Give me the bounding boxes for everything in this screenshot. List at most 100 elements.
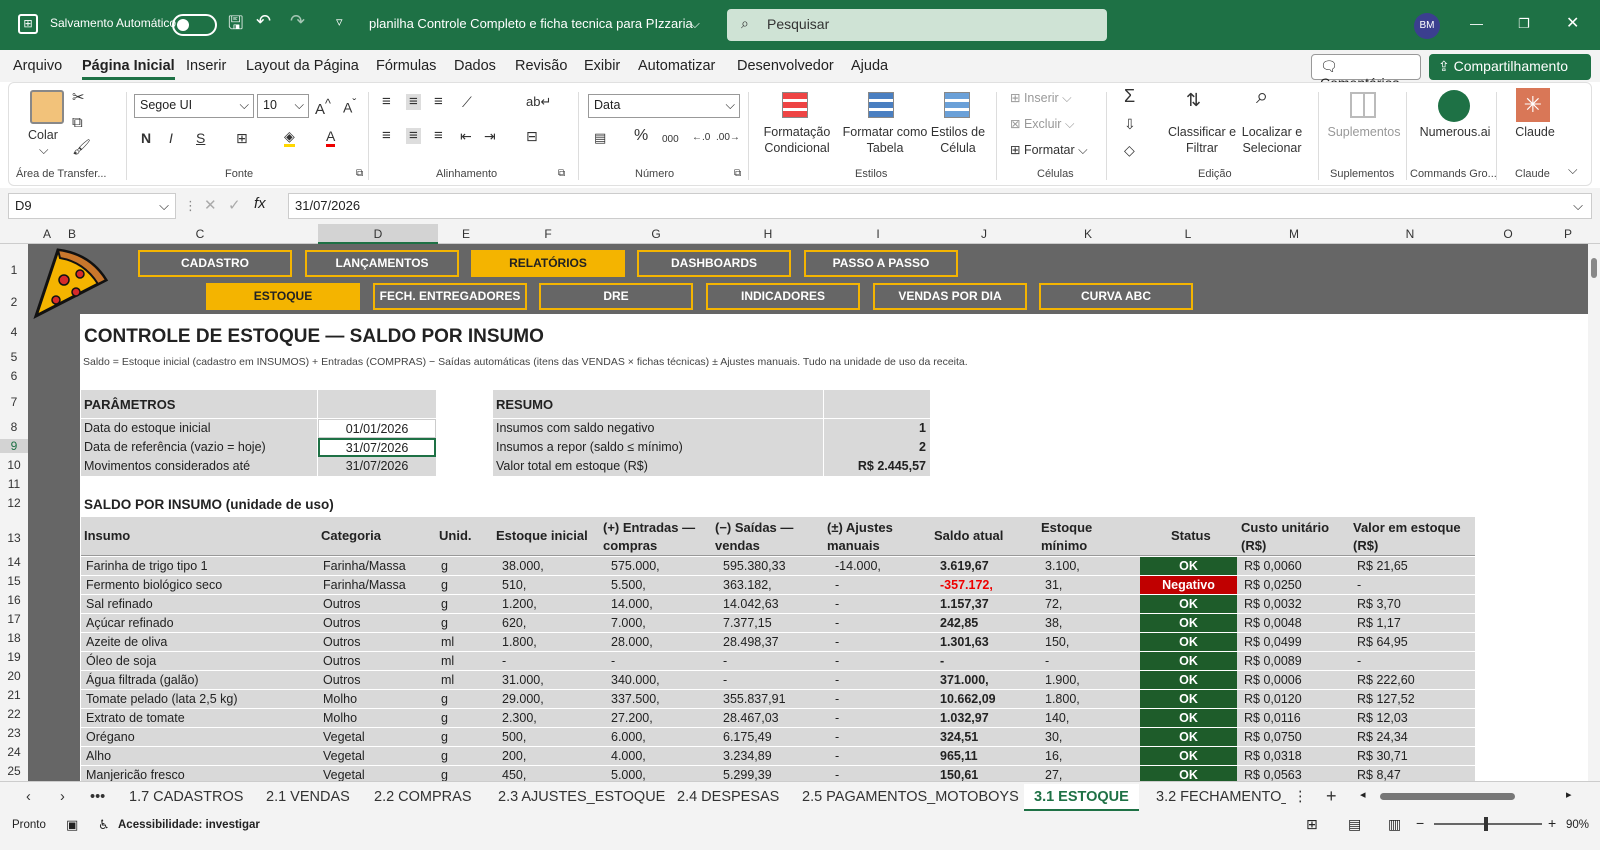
cell-categoria[interactable]: Farinha/Massa — [323, 576, 438, 595]
file-name[interactable]: planilha Controle Completo e ficha tecni… — [369, 16, 693, 31]
sort-filter-icon[interactable]: ⇅ — [1186, 91, 1201, 109]
col-header[interactable]: O — [1500, 227, 1516, 241]
cell-entradas[interactable]: 7.000, — [611, 614, 719, 633]
sheet-tab[interactable]: 3.2 FECHAMENTO_M — [1156, 789, 1286, 805]
cell-saidas[interactable]: 6.175,49 — [723, 728, 831, 747]
cell-saldo[interactable]: 965,11 — [940, 747, 1040, 766]
cell-categoria[interactable]: Outros — [323, 614, 438, 633]
search-box[interactable]: ⌕ Pesquisar — [727, 9, 1107, 41]
row-header[interactable]: 8 — [0, 420, 28, 434]
row-header[interactable]: 7 — [0, 395, 28, 409]
nav-cadastro[interactable]: CADASTRO — [138, 250, 292, 277]
zoom-thumb[interactable] — [1484, 817, 1488, 831]
numerous-icon[interactable] — [1438, 90, 1470, 122]
col-header[interactable]: E — [458, 227, 474, 241]
row-header[interactable]: 14 — [0, 555, 28, 569]
cell-insumo[interactable]: Água filtrada (galão) — [86, 671, 322, 690]
cell-estoque-inicial[interactable]: 200, — [502, 747, 606, 766]
collapse-ribbon-icon[interactable]: ⌵ — [1568, 162, 1577, 178]
borders-icon[interactable]: ⊞ — [236, 130, 248, 146]
col-header[interactable]: C — [190, 227, 210, 241]
nav-relatorios[interactable]: RELATÓRIOS — [471, 250, 625, 277]
row-header[interactable]: 6 — [0, 369, 28, 383]
col-header[interactable]: B — [66, 227, 78, 241]
cell-insumo[interactable]: Alho — [86, 747, 322, 766]
cell-minimo[interactable]: 38, — [1045, 614, 1140, 633]
cell-entradas[interactable]: 28.000, — [611, 633, 719, 652]
macro-icon[interactable]: ▣ — [66, 817, 78, 833]
addins-button[interactable]: Suplementos — [1324, 124, 1404, 140]
more-tabs-icon[interactable]: ⋮ — [1293, 789, 1308, 805]
menu-arquivo[interactable]: Arquivo — [13, 58, 62, 74]
row-header[interactable]: 10 — [0, 458, 28, 472]
cell-saldo[interactable]: 10.662,09 — [940, 690, 1040, 709]
cell-custo[interactable]: R$ 0,0120 — [1244, 690, 1352, 709]
cell-categoria[interactable]: Vegetal — [323, 728, 438, 747]
cell-minimo[interactable]: 1.900, — [1045, 671, 1140, 690]
cell-saidas[interactable]: 28.498,37 — [723, 633, 831, 652]
cell-entradas[interactable]: 14.000, — [611, 595, 719, 614]
cell-ajustes[interactable]: -14.000, — [835, 557, 935, 576]
cell-unid[interactable]: g — [441, 690, 497, 709]
chevron-down-icon[interactable]: ⌵ — [39, 142, 48, 158]
row-header[interactable]: 21 — [0, 688, 28, 702]
customize-qat-icon[interactable]: ▿ — [336, 14, 343, 30]
cell-valor[interactable]: R$ 1,17 — [1357, 614, 1475, 633]
col-header[interactable]: I — [872, 227, 884, 241]
conditional-format-button[interactable]: Formatação Condicional — [758, 124, 836, 156]
cell-custo[interactable]: R$ 0,0032 — [1244, 595, 1352, 614]
cell-unid[interactable]: g — [441, 576, 497, 595]
cell-insumo[interactable]: Açúcar refinado — [86, 614, 322, 633]
find-select-icon[interactable]: ⌕ — [1256, 85, 1268, 107]
cell-saidas[interactable]: - — [723, 652, 831, 671]
zoom-in-icon[interactable]: + — [1548, 815, 1556, 831]
scroll-left-icon[interactable]: ◂ — [1360, 788, 1366, 801]
comments-button[interactable]: 🗨 Comentários — [1311, 54, 1421, 91]
col-header[interactable]: G — [648, 227, 664, 241]
autosave-toggle[interactable] — [172, 14, 217, 36]
cell-unid[interactable]: ml — [441, 633, 497, 652]
name-box[interactable]: D9 ⌵ — [8, 193, 176, 219]
nav-passo-a-passo[interactable]: PASSO A PASSO — [804, 250, 958, 277]
number-format-select[interactable]: Data ⌵ — [588, 94, 740, 118]
find-select-button[interactable]: Localizar e Selecionar — [1236, 124, 1308, 156]
row-header[interactable]: 19 — [0, 650, 28, 664]
sheet-tab-active[interactable]: 3.1 ESTOQUE — [1024, 784, 1139, 812]
cell-unid[interactable]: ml — [441, 652, 497, 671]
cell-valor[interactable]: R$ 64,95 — [1357, 633, 1475, 652]
param-value-selected[interactable]: 31/07/2026 — [318, 438, 436, 457]
cell-custo[interactable]: R$ 0,0250 — [1244, 576, 1352, 595]
cell-insumo[interactable]: Sal refinado — [86, 595, 322, 614]
menu-pagina-inicial[interactable]: Página Inicial — [82, 58, 175, 80]
cell-minimo[interactable]: 30, — [1045, 728, 1140, 747]
cell-saldo[interactable]: 371.000, — [940, 671, 1040, 690]
menu-exibir[interactable]: Exibir — [584, 58, 620, 74]
nav-dashboards[interactable]: DASHBOARDS — [637, 250, 791, 277]
font-color-icon[interactable]: A — [326, 128, 336, 147]
cell-valor[interactable]: R$ 21,65 — [1357, 557, 1475, 576]
font-size-select[interactable]: 10 ⌵ — [257, 94, 309, 118]
increase-indent-icon[interactable]: ⇥ — [484, 128, 496, 144]
increase-font-icon[interactable]: A^ — [315, 96, 331, 118]
param-value[interactable]: 01/01/2026 — [318, 419, 436, 438]
accessibility-status[interactable]: Acessibilidade: investigar — [118, 819, 260, 831]
cell-unid[interactable]: g — [441, 747, 497, 766]
col-header[interactable]: P — [1560, 227, 1576, 241]
zoom-slider[interactable] — [1434, 817, 1542, 831]
cell-entradas[interactable]: 337.500, — [611, 690, 719, 709]
cell-saldo[interactable]: 324,51 — [940, 728, 1040, 747]
cell-saldo[interactable]: 1.301,63 — [940, 633, 1040, 652]
sheet-tab[interactable]: 2.5 PAGAMENTOS_MOTOBOYS — [802, 789, 1019, 805]
row-header[interactable]: 5 — [0, 350, 28, 364]
cell-saidas[interactable]: 7.377,15 — [723, 614, 831, 633]
orientation-icon[interactable]: ⟋ — [462, 94, 472, 110]
cell-entradas[interactable]: 6.000, — [611, 728, 719, 747]
merge-center-icon[interactable]: ⊟ — [526, 128, 538, 144]
cell-custo[interactable]: R$ 0,0089 — [1244, 652, 1352, 671]
align-right-icon[interactable]: ≡ — [434, 128, 443, 144]
cell-entradas[interactable]: 575.000, — [611, 557, 719, 576]
align-left-icon[interactable]: ≡ — [382, 128, 391, 144]
chevron-down-icon[interactable]: ⌵ — [690, 16, 700, 32]
cell-ajustes[interactable]: - — [835, 595, 935, 614]
cell-minimo[interactable]: 16, — [1045, 747, 1140, 766]
